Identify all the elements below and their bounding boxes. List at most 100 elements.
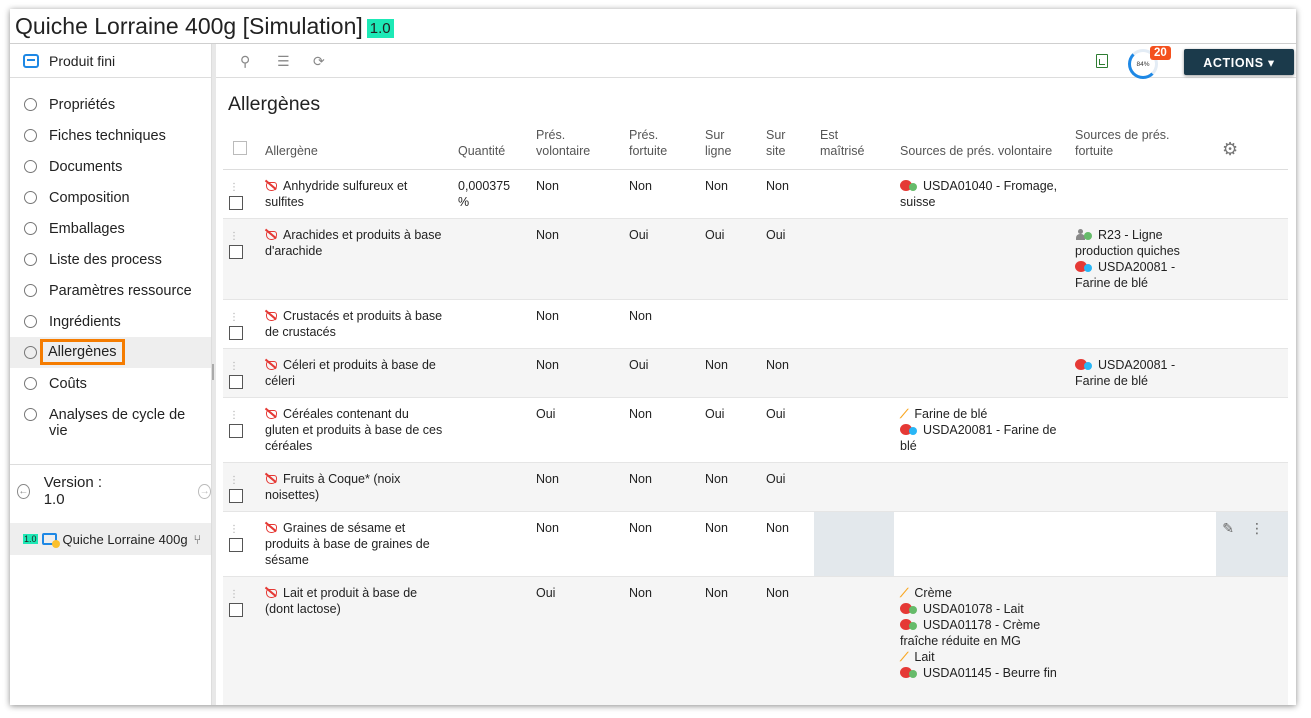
drag-handle-icon[interactable]: ⋮ [229,475,239,486]
maitrise-cell [814,218,894,300]
table-row[interactable]: ⋮ Céleri et produits à base de céleri Non O… [223,348,1288,398]
sidebar-item-8[interactable]: Allergènes [10,337,211,368]
col-quantite[interactable]: Quantité [452,125,530,170]
sidebar-item-1[interactable]: Fiches techniques [10,120,211,151]
drag-handle-icon[interactable]: ⋮ [229,231,239,242]
col-sur-ligne[interactable]: Sur ligne [699,125,760,170]
select-all-checkbox[interactable] [233,140,247,155]
sidebar-item-3[interactable]: Composition [10,182,211,213]
table-row[interactable]: ⋮ Graines de sésame et produits à base de… [223,511,1288,577]
source-item[interactable]: ⟋ Crème [900,585,1063,601]
source-item[interactable]: ⟋ Lait [900,649,1063,665]
row-checkbox[interactable] [229,325,243,340]
allergen-name: Crustacés et produits à base de crustacé… [265,308,443,339]
row-checkbox[interactable] [229,423,243,438]
sources-volontaire-cell [894,218,1069,300]
source-item[interactable]: USDA01078 - Lait [900,601,1063,617]
title-bar: Quiche Lorraine 400g [Simulation] 1.0 [10,9,1296,44]
status-dot-icon [1084,361,1092,370]
sidebar-item-label: Paramètres ressource [49,283,192,299]
radio-icon [24,346,37,359]
source-item[interactable]: USDA20081 - Farine de blé [1075,357,1210,389]
allergen-icon [265,407,277,419]
drag-handle-icon[interactable]: ⋮ [229,589,239,600]
presence-vol-cell: Non [530,462,623,512]
table-row[interactable]: ⋮ Fruits à Coque* (noix noisettes) Non Non N… [223,462,1288,512]
maitrise-cell [814,576,894,705]
source-item[interactable]: USDA01178 - Crème fraîche réduite en MG [900,617,1063,649]
drag-handle-icon[interactable]: ⋮ [229,361,239,372]
row-checkbox[interactable] [229,602,243,617]
col-pres-volontaire[interactable]: Prés. volontaire [530,125,623,170]
col-sur-site[interactable]: Sur site [760,125,814,170]
maitrise-cell [814,397,894,463]
presence-fort-cell: Non [623,576,699,705]
row-checkbox[interactable] [229,374,243,389]
col-allergene[interactable]: Allergène [259,125,452,170]
sidebar-item-9[interactable]: Coûts [10,368,211,399]
notification-counter[interactable]: 20 [1150,46,1171,60]
sidebar-item-label: Analyses de cycle de vie [49,407,186,439]
presence-ligne-cell: Non [699,576,760,705]
table-row[interactable]: ⋮ Lait et produit à base de (dont lactose… [223,576,1288,705]
search-icon[interactable]: ⚲ [240,53,250,70]
row-select-cell: ⋮ [223,576,259,705]
source-item[interactable]: ⟋ Farine de blé [900,406,1063,422]
drag-handle-icon[interactable]: ⋮ [229,312,239,323]
edit-icon[interactable]: ✎ [1222,520,1234,536]
drag-handle-icon[interactable]: ⋮ [229,524,239,535]
add-column-icon[interactable]: ☰ [277,53,290,70]
table-row[interactable]: ⋮ Crustacés et produits à base de crustac… [223,299,1288,349]
source-item[interactable]: USDA01145 - Beurre fin [900,665,1063,681]
allergen-name: Céleri et produits à base de céleri [265,357,436,388]
previous-version-icon[interactable]: ← [17,483,30,499]
row-actions-cell [1216,397,1288,463]
allergen-name: Anhydride sulfureux et sulfites [265,178,408,209]
sidebar-item-2[interactable]: Documents [10,151,211,182]
drag-handle-icon[interactable]: ⋮ [229,410,239,421]
row-actions-cell [1216,299,1288,349]
radio-icon [24,253,37,266]
source-item[interactable]: USDA01040 - Fromage, suisse [900,178,1063,210]
col-sources-fortuite-l2: fortuite [1075,143,1114,158]
raw-material-icon [1075,358,1092,370]
col-pres-fortuite[interactable]: Prés. fortuite [623,125,699,170]
gear-icon[interactable]: ⚙ [1222,139,1238,159]
sidebar-item-7[interactable]: Ingrédients [10,306,211,337]
sources-fortuite-cell: R23 - Ligne production quiches USDA20081 … [1069,218,1216,300]
branch-icon[interactable]: ⑂ [194,532,202,547]
next-version-icon[interactable]: → [198,483,212,499]
sidebar-item-label: Composition [49,190,130,206]
col-sources-volontaire[interactable]: Sources de prés. volontaire [894,125,1069,170]
allergen-name: Fruits à Coque* (noix noisettes) [265,471,401,502]
table-row[interactable]: ⋮ Anhydride sulfureux et sulfites 0,000375… [223,169,1288,219]
sidebar-item-0[interactable]: Propriétés [10,89,211,120]
drag-handle-icon[interactable]: ⋮ [229,182,239,193]
row-checkbox[interactable] [229,488,243,503]
current-document[interactable]: 1.0 Quiche Lorraine 400g ⑂ [10,523,211,555]
version-nav: ← Version : 1.0 → [10,465,212,517]
more-options-icon[interactable]: ⋮ [1250,520,1264,536]
sidebar-item-4[interactable]: Emballages [10,213,211,244]
source-item[interactable]: USDA20081 - Farine de blé [1075,259,1210,291]
row-checkbox[interactable] [229,195,243,210]
sidebar-item-6[interactable]: Paramètres ressource [10,275,211,306]
excel-export-icon[interactable] [1096,54,1108,68]
row-checkbox[interactable] [229,537,243,552]
row-checkbox[interactable] [229,244,243,259]
col-est-maitrise[interactable]: Est maîtrisé [814,125,894,170]
col-sources-fortuite[interactable]: Sources de prés. fortuite [1069,125,1216,170]
table-row[interactable]: ⋮ Arachides et produits à base d'arachide… [223,218,1288,300]
presence-ligne-cell: Non [699,511,760,577]
table-row[interactable]: ⋮ Céréales contenant du gluten et produit… [223,397,1288,463]
sidebar-item-10[interactable]: Analyses de cycle de vie [10,399,211,446]
sidebar-item-label: Coûts [49,376,87,392]
refresh-icon[interactable]: ⟳ [313,53,325,70]
source-item[interactable]: R23 - Ligne production quiches [1075,227,1210,259]
sidebar-item-label: Allergènes [40,339,125,365]
actions-button[interactable]: ACTIONS ▾ [1184,49,1294,75]
source-item[interactable]: USDA20081 - Farine de blé [900,422,1063,454]
sidebar-item-5[interactable]: Liste des process [10,244,211,275]
splitter-grip-icon[interactable] [212,364,214,380]
sidebar-header[interactable]: Produit fini [10,44,211,78]
